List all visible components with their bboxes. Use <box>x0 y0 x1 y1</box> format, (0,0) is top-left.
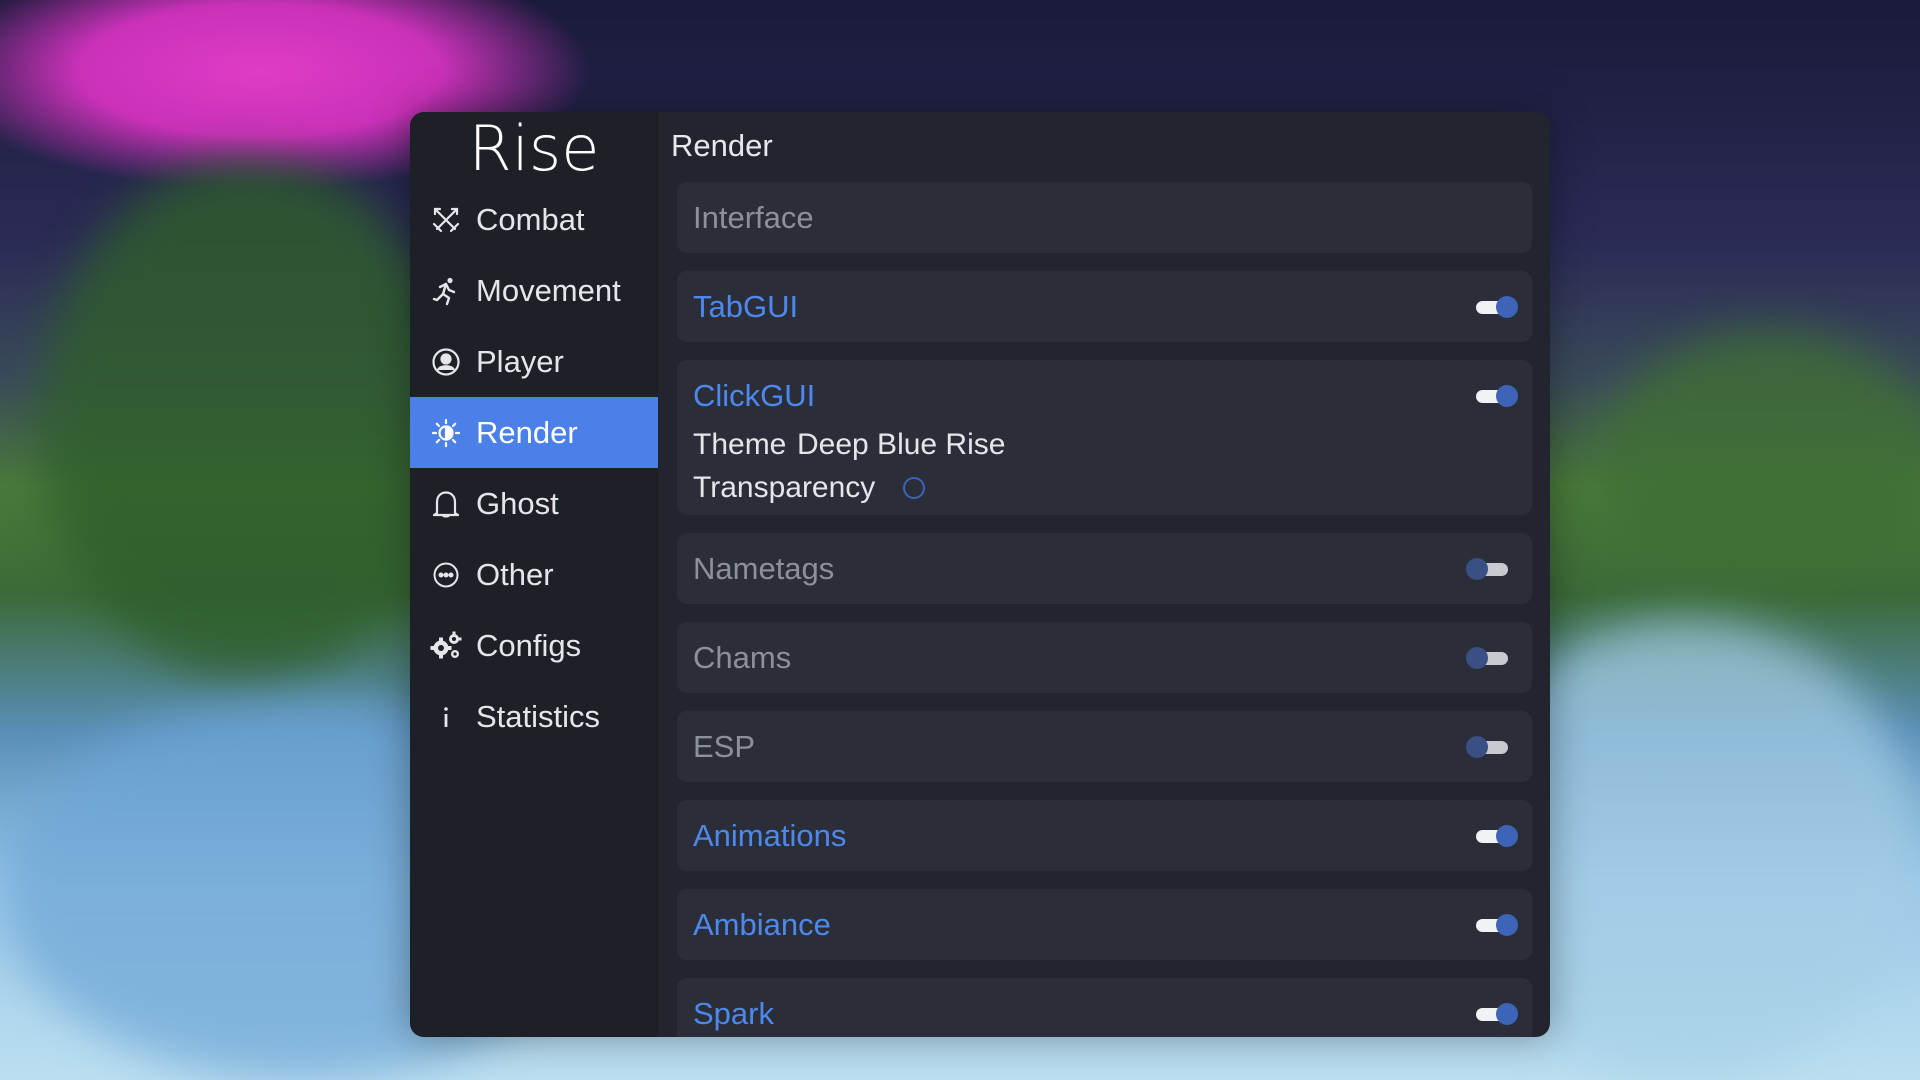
sidebar-item-movement[interactable]: Movement <box>410 255 658 326</box>
dots-circle-icon <box>430 559 462 591</box>
ghost-icon <box>430 488 462 520</box>
category-title: Render <box>671 128 773 163</box>
sun-half-icon <box>430 417 462 449</box>
module-title: TabGUI <box>693 289 799 324</box>
module-title: Spark <box>693 996 774 1031</box>
spark-toggle[interactable] <box>1472 1003 1518 1025</box>
clickgui-toggle[interactable] <box>1472 385 1518 407</box>
module-card-esp[interactable]: ESP <box>677 711 1532 782</box>
sidebar-item-configs[interactable]: Configs <box>410 610 658 681</box>
theme-setting-label: Theme <box>693 428 787 461</box>
tabgui-toggle[interactable] <box>1472 296 1518 318</box>
module-card-chams[interactable]: Chams <box>677 622 1532 693</box>
sidebar-item-label: Other <box>476 556 554 592</box>
animations-toggle[interactable] <box>1472 825 1518 847</box>
chams-toggle[interactable] <box>1466 647 1512 669</box>
category-sidebar: Rise Combat Movement Player Render Ghost… <box>410 112 658 1037</box>
esp-toggle[interactable] <box>1466 736 1512 758</box>
module-title: Animations <box>693 818 847 853</box>
module-title: Nametags <box>693 551 835 586</box>
sidebar-item-label: Render <box>476 414 578 450</box>
module-title: ClickGUI <box>693 378 816 413</box>
module-title: Interface <box>693 200 814 235</box>
module-card-interface[interactable]: Interface <box>677 182 1532 253</box>
user-circle-icon <box>430 346 462 378</box>
sidebar-item-label: Movement <box>476 272 621 308</box>
transparency-checkbox[interactable] <box>903 477 925 499</box>
module-card-spark[interactable]: Spark <box>677 978 1532 1037</box>
nametags-toggle[interactable] <box>1466 558 1512 580</box>
sidebar-item-combat[interactable]: Combat <box>410 184 658 255</box>
theme-setting-value[interactable]: Deep Blue Rise <box>797 425 1005 465</box>
running-person-icon <box>430 275 462 307</box>
sidebar-item-label: Statistics <box>476 698 601 734</box>
module-title: Chams <box>693 640 792 675</box>
sidebar-item-render[interactable]: Render <box>410 397 658 468</box>
sidebar-item-player[interactable]: Player <box>410 326 658 397</box>
sidebar-item-label: Combat <box>476 201 585 237</box>
sidebar-item-label: Player <box>476 343 564 379</box>
module-card-clickgui[interactable]: ClickGUI Theme Deep Blue Rise Transparen… <box>677 360 1532 515</box>
sidebar-item-label: Configs <box>476 627 582 663</box>
module-card-tabgui[interactable]: TabGUI <box>677 271 1532 342</box>
sidebar-item-other[interactable]: Other <box>410 539 658 610</box>
transparency-setting-label: Transparency <box>693 471 876 504</box>
client-logo: Rise <box>468 112 600 185</box>
ambiance-toggle[interactable] <box>1472 914 1518 936</box>
info-icon <box>430 701 462 733</box>
sidebar-item-label: Ghost <box>476 485 559 521</box>
module-card-ambiance[interactable]: Ambiance <box>677 889 1532 960</box>
gears-icon <box>430 630 462 662</box>
sidebar-item-statistics[interactable]: Statistics <box>410 681 658 752</box>
module-card-nametags[interactable]: Nametags <box>677 533 1532 604</box>
crossed-swords-icon <box>430 204 462 236</box>
module-title: Ambiance <box>693 907 831 942</box>
module-title: ESP <box>693 729 756 764</box>
module-list: Interface TabGUI ClickGUI Theme Deep Blu… <box>677 182 1535 1037</box>
module-card-animations[interactable]: Animations <box>677 800 1532 871</box>
clickgui-window: Rise Combat Movement Player Render Ghost… <box>410 112 1550 1037</box>
sidebar-item-ghost[interactable]: Ghost <box>410 468 658 539</box>
